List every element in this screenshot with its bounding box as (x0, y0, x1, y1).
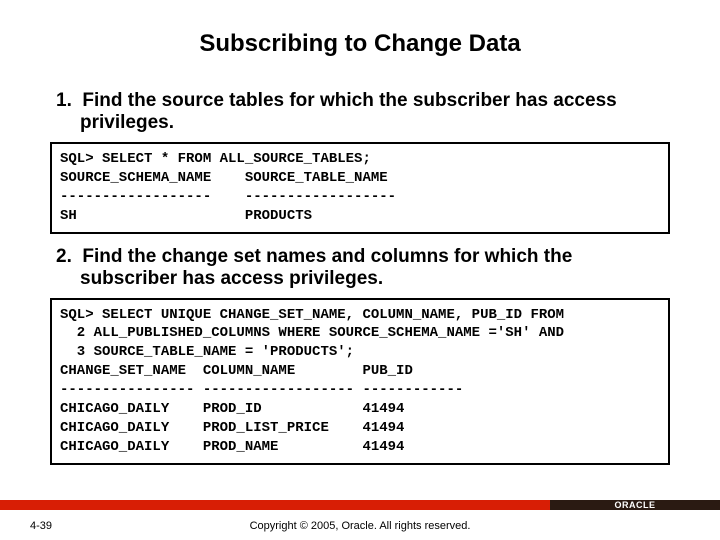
step-2-text: Find the change set names and columns fo… (80, 246, 572, 289)
oracle-logo: ORACLE (615, 500, 656, 510)
sql-block-1: SQL> SELECT * FROM ALL_SOURCE_TABLES; SO… (50, 142, 670, 234)
step-1: 1. Find the source tables for which the … (50, 90, 670, 134)
brand-strip: ORACLE (0, 500, 720, 510)
slide-number: 4-39 (0, 520, 100, 532)
copyright-text: Copyright © 2005, Oracle. All rights res… (100, 520, 620, 532)
step-1-text: Find the source tables for which the sub… (80, 90, 617, 133)
step-2-number: 2. (56, 246, 72, 267)
sql-block-2: SQL> SELECT UNIQUE CHANGE_SET_NAME, COLU… (50, 298, 670, 465)
content-area: 1. Find the source tables for which the … (0, 90, 720, 465)
step-1-number: 1. (56, 90, 72, 111)
slide-title: Subscribing to Change Data (0, 0, 720, 78)
logo-bar: ORACLE (550, 500, 720, 510)
slide: Subscribing to Change Data 1. Find the s… (0, 0, 720, 540)
step-2: 2. Find the change set names and columns… (50, 246, 670, 290)
red-bar (0, 500, 550, 510)
footer: 4-39 Copyright © 2005, Oracle. All right… (0, 520, 720, 532)
